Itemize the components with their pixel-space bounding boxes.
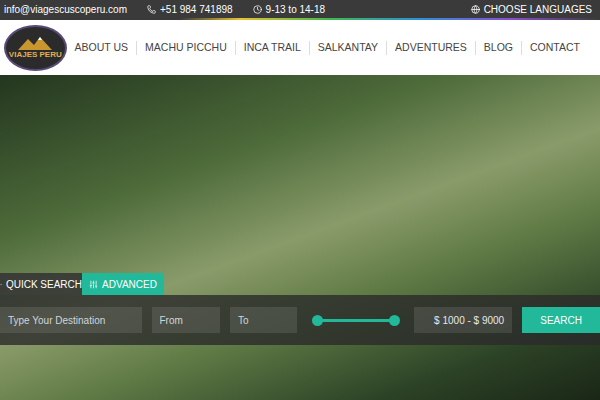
menu-item[interactable]: BLOG: [476, 40, 521, 56]
menu-divider: [386, 41, 387, 55]
phone-icon: [147, 5, 156, 14]
hours-info: 9-13 to 14-18: [253, 2, 326, 17]
menu-item[interactable]: INCA TRAIL: [236, 40, 309, 56]
menu-item[interactable]: MACHU PICCHU: [137, 40, 235, 56]
menu-divider: [521, 41, 522, 55]
menu-entry: ADVENTURES: [386, 40, 475, 56]
menu-entry: ABOUT US: [67, 40, 136, 56]
menu-entry: CONTACT: [521, 40, 588, 56]
price-slider[interactable]: [307, 307, 405, 333]
search-button[interactable]: SEARCH: [522, 307, 600, 333]
main-menu: ABOUT USMACHU PICCHUINCA TRAILSALKANTAYA…: [67, 40, 588, 56]
language-chooser[interactable]: CHOOSE LANGUAGES: [471, 2, 592, 17]
email-link[interactable]: info@viagescuscoperu.com: [4, 2, 127, 17]
to-input[interactable]: [230, 307, 297, 333]
slider-track: [317, 319, 395, 322]
menu-entry: INCA TRAIL: [235, 40, 309, 56]
search-bar: $ 1000 - $ 9000 SEARCH: [0, 295, 600, 345]
menu-item[interactable]: CONTACT: [522, 40, 588, 56]
page: info@viagescuscoperu.com +51 984 741898 9-…: [0, 0, 600, 400]
menu-entry: SALKANTAY: [309, 40, 386, 56]
globe-icon: [471, 5, 480, 14]
slider-fill: [317, 319, 395, 322]
slider-thumb-high[interactable]: [389, 315, 400, 326]
menu-divider: [475, 41, 476, 55]
clock-icon: [253, 5, 262, 14]
price-reading: $ 1000 - $ 9000: [414, 307, 512, 333]
from-input[interactable]: [152, 307, 221, 333]
menu-entry: BLOG: [475, 40, 521, 56]
menu-divider: [136, 41, 137, 55]
nav-bar: VIAJES PERU ABOUT USMACHU PICCHUINCA TRAI…: [0, 20, 600, 75]
destination-input[interactable]: [0, 307, 142, 333]
menu-item[interactable]: ABOUT US: [67, 40, 136, 56]
sliders-icon: [89, 280, 98, 289]
menu-item[interactable]: SALKANTAY: [310, 40, 386, 56]
logo[interactable]: VIAJES PERU: [4, 25, 67, 71]
search-tabs: QUICK SEARCHADVANCED: [0, 273, 600, 295]
mountain-logo-icon: [18, 36, 52, 50]
search-icon: [0, 280, 2, 289]
top-bar: info@viagescuscoperu.com +51 984 741898 9-…: [0, 0, 600, 18]
menu-entry: MACHU PICCHU: [136, 40, 235, 56]
menu-item[interactable]: ADVENTURES: [387, 40, 475, 56]
logo-name: VIAJES PERU: [9, 50, 62, 60]
hero-photo: QUICK SEARCHADVANCED $ 1000 - $ 9000 SEARC…: [0, 75, 600, 400]
phone-info: +51 984 741898: [147, 2, 233, 17]
menu-divider: [235, 41, 236, 55]
menu-divider: [309, 41, 310, 55]
search-tab[interactable]: ADVANCED: [82, 273, 164, 295]
search-tab[interactable]: QUICK SEARCH: [0, 273, 82, 295]
slider-thumb-low[interactable]: [312, 315, 323, 326]
